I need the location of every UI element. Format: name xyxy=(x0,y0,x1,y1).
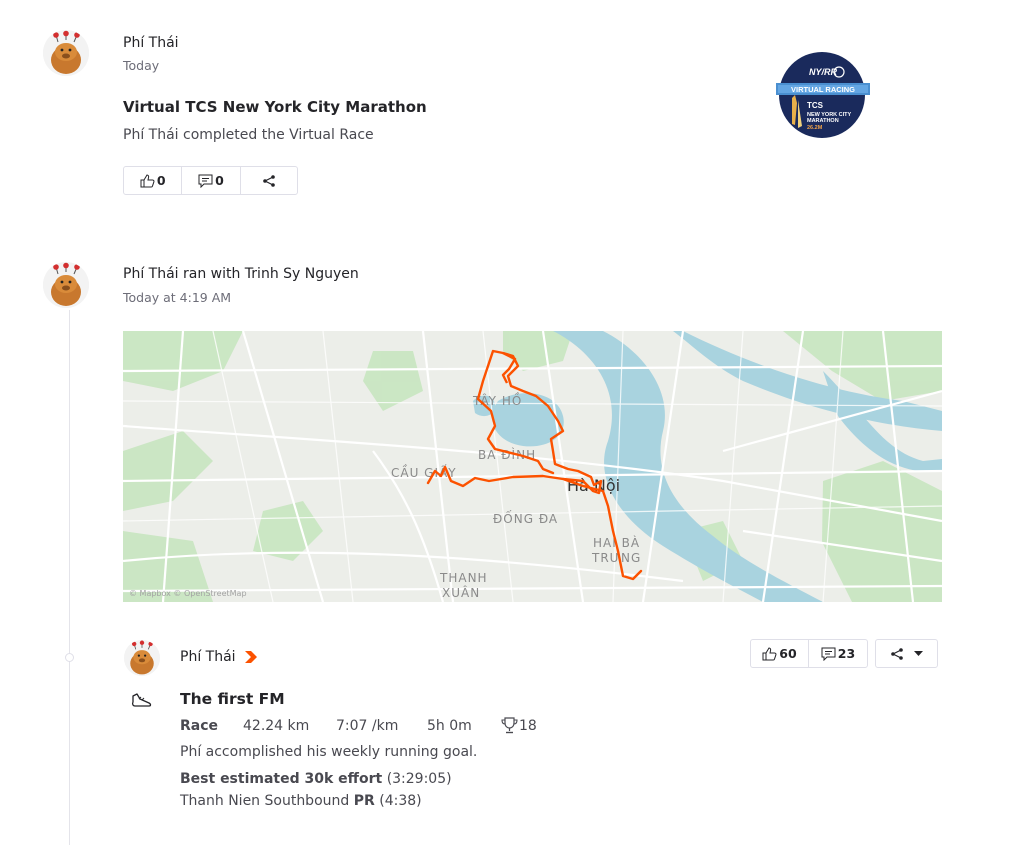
comment-icon xyxy=(821,647,836,661)
badge-band-text: VIRTUAL RACING xyxy=(791,85,855,94)
comment-button[interactable]: 0 xyxy=(182,167,241,194)
post-actions: 0 0 xyxy=(123,166,298,195)
best-effort-label[interactable]: Best estimated 30k effort xyxy=(180,771,382,787)
badge-line4: 26.2M xyxy=(807,125,823,131)
avatar[interactable] xyxy=(43,262,89,308)
segment-line: Thanh Nien Southbound PR (4:38) xyxy=(180,793,422,809)
comments-count: 23 xyxy=(837,646,856,661)
best-effort-value: (3:29:05) xyxy=(386,771,452,787)
segment-pr-label: PR xyxy=(353,793,375,809)
map-attribution[interactable]: © Mapbox © OpenStreetMap xyxy=(129,589,247,598)
map-label-trung: TRƯNG xyxy=(591,551,641,565)
share-button[interactable] xyxy=(241,167,297,194)
activity-map[interactable]: TÂY HỒ BA ĐÌNH CẦU GIẤY Hà Nội ĐỐNG ĐA H… xyxy=(123,331,942,602)
share-dropdown-inner[interactable] xyxy=(876,640,937,667)
activity-time: 5h 0m xyxy=(427,718,472,734)
kudos-count: 0 xyxy=(156,173,166,188)
subscriber-badge-icon xyxy=(243,649,259,669)
route-map: TÂY HỒ BA ĐÌNH CẦU GIẤY Hà Nội ĐỐNG ĐA H… xyxy=(123,331,942,602)
segment-name[interactable]: Thanh Nien Southbound xyxy=(180,793,349,809)
activity-pace: 7:07 /km xyxy=(336,718,399,734)
activity-distance: 42.24 km xyxy=(243,718,310,734)
nyc-marathon-badge-icon: NY/RR VIRTUAL RACING TCS NEW YORK CITY M… xyxy=(776,52,870,138)
badge-line3: MARATHON xyxy=(807,118,839,124)
timeline-dot xyxy=(65,653,74,662)
share-icon xyxy=(263,174,275,187)
kudos-button[interactable]: 60 xyxy=(751,640,809,667)
capybara-avatar-icon xyxy=(43,30,89,76)
run-shoe-icon xyxy=(131,692,153,712)
share-icon xyxy=(891,647,903,660)
map-label-xuan: XUÂN xyxy=(442,585,480,600)
post-author-name[interactable]: Phí Thái xyxy=(123,35,179,51)
thumbs-up-icon xyxy=(140,173,155,187)
badge-top-text: NY/RR xyxy=(809,67,838,77)
goal-text: Phí accomplished his weekly running goal… xyxy=(180,744,478,760)
avatar[interactable] xyxy=(43,30,89,76)
feed-timeline-line xyxy=(69,310,70,845)
map-label-dong-da: ĐỐNG ĐA xyxy=(493,510,558,526)
kudos-count: 60 xyxy=(779,646,797,661)
activity-title[interactable]: The first FM xyxy=(180,690,285,708)
post-header[interactable]: Phí Thái ran with Trinh Sy Nguyen xyxy=(123,266,359,282)
post-timestamp: Today xyxy=(123,58,160,73)
post-description: Phí Thái completed the Virtual Race xyxy=(123,127,374,143)
achievement-count: 18 xyxy=(519,718,537,734)
caret-down-icon xyxy=(914,650,923,656)
capybara-avatar-icon xyxy=(43,262,89,308)
trophy-icon xyxy=(501,717,518,738)
kudos-button[interactable]: 0 xyxy=(124,167,183,194)
activity-actions: 60 23 xyxy=(750,639,868,668)
map-label-ba-dinh: BA ĐÌNH xyxy=(478,447,536,462)
comments-count: 0 xyxy=(215,173,224,188)
capybara-avatar-icon xyxy=(124,640,160,676)
virtual-race-badge[interactable]: NY/RR VIRTUAL RACING TCS NEW YORK CITY M… xyxy=(776,50,872,140)
activity-type-label: Race xyxy=(180,718,219,734)
segment-value: (4:38) xyxy=(379,793,422,809)
comment-button[interactable]: 23 xyxy=(809,640,867,667)
share-dropdown-button[interactable] xyxy=(875,639,938,668)
thumbs-up-icon xyxy=(762,646,777,660)
post-timestamp: Today at 4:19 AM xyxy=(123,290,232,305)
athlete-avatar[interactable] xyxy=(124,640,160,676)
badge-line1: TCS xyxy=(807,101,824,110)
map-label-thanh: THANH xyxy=(439,571,488,585)
post-title[interactable]: Virtual TCS New York City Marathon xyxy=(123,98,427,116)
athlete-name[interactable]: Phí Thái xyxy=(180,649,236,665)
best-effort-line: Best estimated 30k effort (3:29:05) xyxy=(180,771,452,787)
comment-icon xyxy=(198,174,213,188)
